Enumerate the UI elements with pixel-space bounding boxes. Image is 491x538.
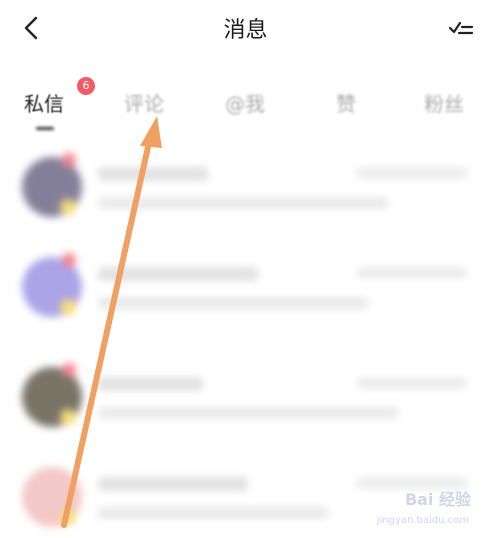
active-tab-indicator [36,127,54,130]
list-item[interactable] [0,245,491,345]
vip-badge-icon [60,299,76,315]
watermark-url: jingyan.baidu.com [376,515,469,526]
vip-badge-icon [60,509,76,525]
check-list-icon [448,21,474,35]
tab-private-messages[interactable]: 私信 [24,88,64,117]
message-tabs: 私信 评论 @我 赞 粉丝 [0,80,491,130]
mark-all-read-button[interactable] [447,16,475,40]
unread-dot [62,253,76,267]
tab-comments[interactable]: 评论 [124,88,164,117]
message-time [357,267,467,279]
message-preview [98,507,328,519]
sender-name [98,477,248,491]
message-preview [98,197,388,209]
list-item[interactable] [0,145,491,245]
message-time [357,377,467,389]
tab-mentions[interactable]: @我 [225,88,265,117]
message-preview [98,297,368,309]
watermark-logo: Bai 经验 [404,490,471,509]
list-item[interactable] [0,355,491,455]
sender-name [98,377,203,391]
message-preview [98,407,398,419]
tab-likes[interactable]: 赞 [336,88,356,117]
sender-name [98,167,208,181]
page-title: 消息 [223,18,268,43]
top-nav-bar: 消息 [0,0,491,58]
message-time [357,167,467,179]
unread-count-badge: 6 [77,77,95,95]
tab-fans[interactable]: 粉丝 [424,88,464,117]
unread-dot [62,153,76,167]
vip-badge-icon [60,409,76,425]
unread-dot [62,363,76,377]
sender-name [98,267,258,281]
vip-badge-icon [60,199,76,215]
